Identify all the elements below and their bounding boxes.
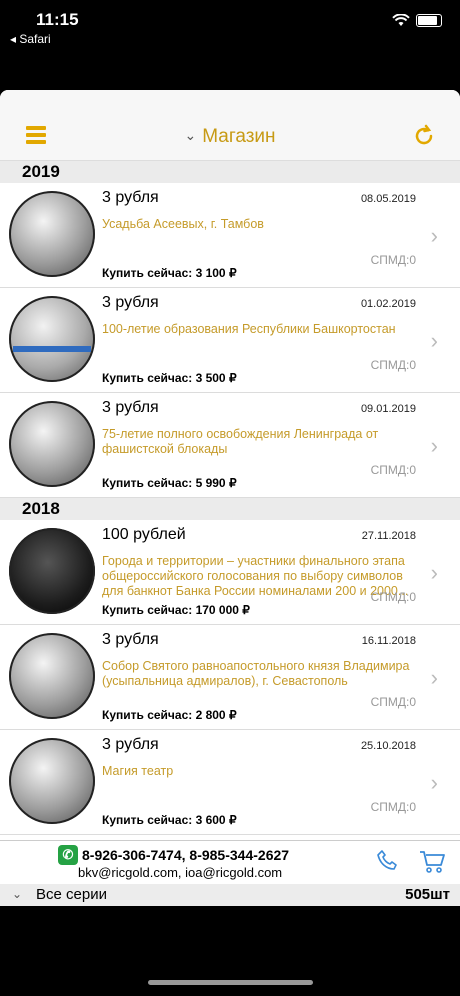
coin-image — [9, 528, 95, 614]
page-title[interactable]: ⌄ Магазин — [0, 126, 460, 148]
coin-denomination: 3 рубля — [102, 631, 159, 648]
chevron-down-icon: ⌄ — [184, 127, 197, 143]
series-label[interactable]: Все серии — [36, 886, 107, 903]
coin-price: Купить сейчас: 3 500 ₽ — [102, 371, 237, 385]
list-item[interactable]: 3 рубля 16.11.2018 Собор Святого равноап… — [0, 625, 460, 730]
coin-mint: СПМД:0 — [370, 800, 416, 814]
section-2019: 2019 3 рубля 08.05.2019 Усадьба Асеевых,… — [0, 161, 460, 498]
series-count: 505шт — [405, 886, 450, 903]
series-bar[interactable]: ⌄ Все серии 505шт — [0, 884, 460, 906]
chevron-right-icon: › — [430, 328, 438, 353]
coin-date: 27.11.2018 — [361, 530, 416, 542]
coin-mint: СПМД:0 — [370, 695, 416, 709]
chevron-right-icon: › — [430, 223, 438, 248]
coin-name: Собор Святого равноапостольного князя Вл… — [102, 659, 410, 688]
chevron-right-icon: › — [430, 770, 438, 795]
chevron-down-icon: ⌄ — [12, 887, 23, 901]
list-item[interactable]: 100 рублей 27.11.2018 Города и территори… — [0, 520, 460, 625]
app-window: ⌄ Магазин 2019 3 рубля 08.05.2019 Усадьба… — [0, 90, 460, 906]
coin-date: 09.01.2019 — [360, 403, 416, 415]
chevron-right-icon: › — [430, 433, 438, 458]
top-bar: ⌄ Магазин — [0, 90, 460, 161]
coin-image — [9, 191, 95, 277]
section-header: 2019 — [0, 161, 460, 183]
coin-name: 100-летие образования Республики Башкорт… — [102, 322, 396, 336]
coin-price: Купить сейчас: 170 000 ₽ — [102, 603, 250, 617]
coin-denomination: 100 рублей — [102, 526, 186, 543]
coin-mint: СПМД:0 — [370, 358, 416, 372]
wifi-icon — [392, 14, 410, 26]
coin-date: 16.11.2018 — [361, 635, 416, 647]
coin-mint: СПМД:0 — [370, 590, 416, 604]
battery-icon — [416, 14, 442, 27]
status-icons — [392, 14, 442, 27]
status-bar: 11:15 ◂ Safari — [0, 0, 460, 60]
list-item[interactable]: 3 рубля 08.05.2019 Усадьба Асеевых, г. Т… — [0, 183, 460, 288]
coin-mint: СПМД:0 — [370, 253, 416, 267]
list-item[interactable]: 3 рубля 25.10.2018 Магия театр СПМД:0 Ку… — [0, 730, 460, 835]
coin-mint: СПМД:0 — [370, 463, 416, 477]
coin-price: Купить сейчас: 2 800 ₽ — [102, 708, 237, 722]
chevron-right-icon: › — [430, 560, 438, 585]
phone-icon[interactable] — [376, 849, 400, 873]
contact-footer: ✆ 8-926-306-7474, 8-985-344-2627 bkv@ric… — [0, 840, 460, 883]
chevron-right-icon: › — [430, 665, 438, 690]
whatsapp-icon[interactable]: ✆ — [58, 845, 78, 865]
section-header: 2018 — [0, 498, 460, 520]
list-item[interactable]: 3 рубля 01.02.2019 100-летие образования… — [0, 288, 460, 393]
coin-name: Города и территории – участники финально… — [102, 554, 409, 598]
refresh-icon[interactable] — [412, 124, 436, 148]
coin-denomination: 3 рубля — [102, 736, 159, 753]
coin-date: 25.10.2018 — [360, 740, 416, 752]
coin-price: Купить сейчас: 3 600 ₽ — [102, 813, 237, 827]
coin-date: 08.05.2019 — [360, 193, 416, 205]
cart-icon[interactable] — [418, 849, 446, 875]
coin-denomination: 3 рубля — [102, 399, 159, 416]
back-to-safari[interactable]: ◂ Safari — [10, 32, 51, 46]
coin-image — [9, 296, 95, 382]
section-2018: 2018 100 рублей 27.11.2018 Города и терр… — [0, 498, 460, 835]
coin-image — [9, 401, 95, 487]
contact-phones[interactable]: ✆ 8-926-306-7474, 8-985-344-2627 — [58, 845, 289, 865]
coin-denomination: 3 рубля — [102, 189, 159, 206]
coin-price: Купить сейчас: 3 100 ₽ — [102, 266, 237, 280]
status-time: 11:15 — [36, 10, 79, 29]
home-indicator[interactable] — [148, 980, 313, 985]
coin-image — [9, 738, 95, 824]
coin-image — [9, 633, 95, 719]
list-item[interactable]: 3 рубля 09.01.2019 75-летие полного осво… — [0, 393, 460, 498]
coin-name: 75-летие полного освобождения Ленинграда… — [102, 427, 379, 456]
coin-date: 01.02.2019 — [360, 298, 416, 310]
phone-numbers[interactable]: 8-926-306-7474, 8-985-344-2627 — [82, 847, 289, 863]
contact-emails[interactable]: bkv@ricgold.com, ioa@ricgold.com — [78, 865, 282, 880]
coin-denomination: 3 рубля — [102, 294, 159, 311]
coin-name: Магия театр — [102, 764, 174, 778]
coin-name: Усадьба Асеевых, г. Тамбов — [102, 217, 264, 231]
coin-price: Купить сейчас: 5 990 ₽ — [102, 476, 237, 490]
